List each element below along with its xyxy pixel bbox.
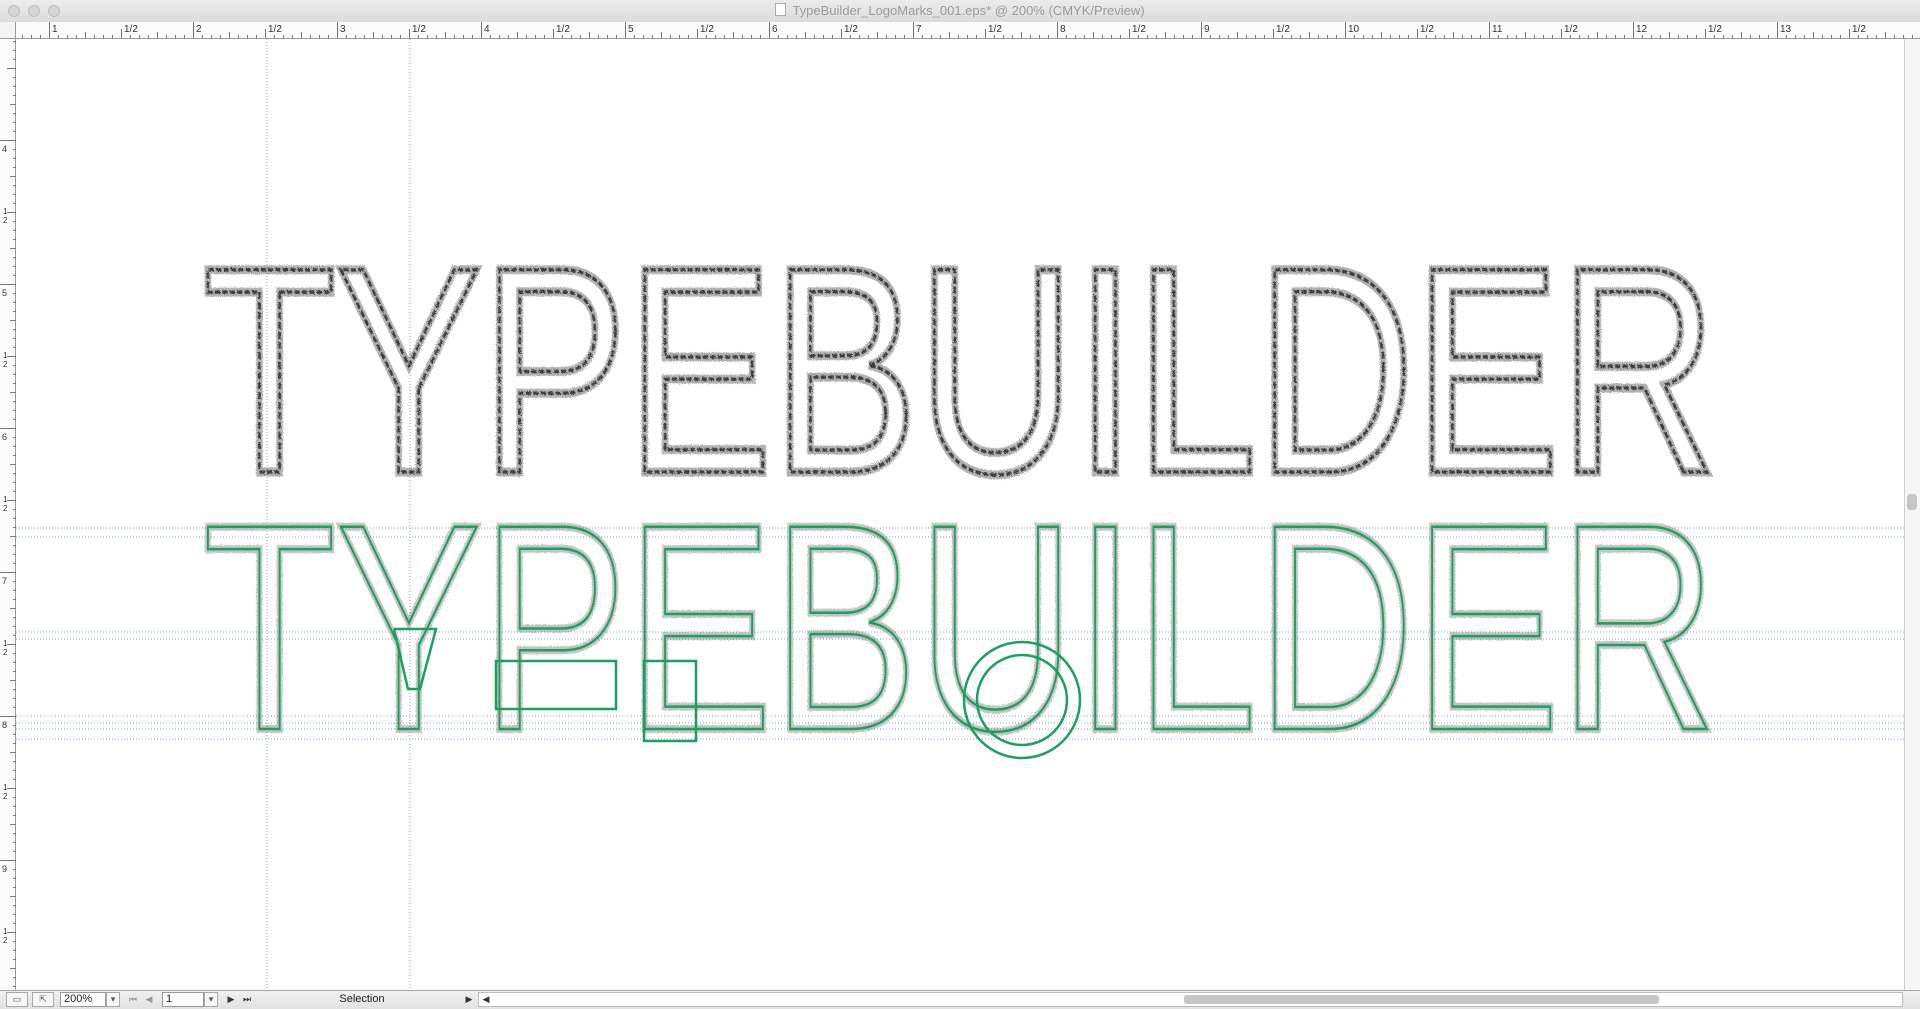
- ruler-half-label: 1/2: [1420, 24, 1434, 35]
- horizontal-scrollbar[interactable]: ◀: [478, 992, 1903, 1007]
- ruler-unit-label: 7: [916, 24, 922, 35]
- ruler-half-label: 1: [3, 783, 8, 792]
- window-title-wrap: TypeBuilder_LogoMarks_001.eps* @ 200% (C…: [0, 3, 1920, 18]
- ruler-half-label: 1: [3, 639, 8, 648]
- ruler-unit-label: 2: [196, 24, 202, 35]
- vertical-scrollbar[interactable]: [1904, 39, 1920, 990]
- ruler-half-label: 2: [3, 648, 8, 657]
- next-artboard-icon[interactable]: ▶: [224, 992, 238, 1007]
- current-tool-status: Selection: [339, 993, 385, 1005]
- ruler-half-label: 1/2: [1564, 24, 1578, 35]
- ruler-half-label: 1/2: [988, 24, 1002, 35]
- ruler-half-label: 1: [3, 495, 8, 504]
- ruler-unit-label: 7: [2, 576, 7, 586]
- window-title: TypeBuilder_LogoMarks_001.eps* @ 200% (C…: [792, 3, 1145, 18]
- last-artboard-icon[interactable]: ⏭: [240, 992, 254, 1007]
- ruler-unit-label: 9: [2, 864, 7, 874]
- ruler-half-label: 1/2: [700, 24, 714, 35]
- ruler-half-label: 2: [3, 216, 8, 225]
- ruler-half-label: 1: [3, 351, 8, 360]
- ruler-origin[interactable]: [0, 22, 16, 39]
- zoom-field[interactable]: 200%: [60, 992, 106, 1007]
- chevron-down-icon[interactable]: ▾: [106, 992, 120, 1007]
- ruler-half-label: 2: [3, 360, 8, 369]
- ruler-unit-label: 4: [484, 24, 490, 35]
- ruler-half-label: 1: [3, 207, 8, 216]
- ruler-half-label: 1/2: [1132, 24, 1146, 35]
- ruler-half-label: 2: [3, 936, 8, 945]
- ruler-unit-label: 11: [1492, 24, 1503, 35]
- ruler-half-label: 2: [3, 504, 8, 513]
- export-icon[interactable]: ⇱: [32, 992, 54, 1007]
- ruler-half-label: 1/2: [124, 24, 138, 35]
- chevron-down-icon[interactable]: ▾: [204, 992, 218, 1007]
- ruler-half-label: 1/2: [412, 24, 426, 35]
- vertical-ruler-ticks: 412512612712812912: [0, 41, 16, 987]
- construction-lettering[interactable]: TYPEBUILDER: [202, 463, 1719, 794]
- ruler-half-label: 1/2: [268, 24, 282, 35]
- first-artboard-icon[interactable]: ⏮: [126, 992, 140, 1007]
- ruler-unit-label: 3: [340, 24, 346, 35]
- horizontal-ruler-ticks: 1 1/2 2 1/2 3 1/2 4 1/2 5 1/2 6 1/2 7 1/2 8 1/2 9 1/2 10 1/…: [22, 22, 1913, 38]
- horizontal-scroll-thumb[interactable]: [1184, 995, 1659, 1004]
- ruler-unit-label: 12: [1636, 24, 1648, 35]
- ruler-unit-label: 13: [1780, 24, 1792, 35]
- document-icon: [775, 3, 787, 16]
- ruler-unit-label: 8: [2, 720, 7, 730]
- artboard-panel-icon[interactable]: ▭: [6, 992, 28, 1007]
- ruler-half-label: 1/2: [1708, 24, 1722, 35]
- ruler-half-label: 1/2: [556, 24, 570, 35]
- window-titlebar: TypeBuilder_LogoMarks_001.eps* @ 200% (C…: [0, 0, 1920, 23]
- prev-artboard-icon[interactable]: ◀: [142, 992, 156, 1007]
- ruler-half-label: 1/2: [844, 24, 858, 35]
- status-bar: ▭ ⇱ 200% ▾ ⏮ ◀ 1 ▾ ▶ ⏭ Selection ▶ ◀: [0, 990, 1920, 1009]
- ruler-unit-label: 4: [2, 144, 7, 154]
- ruler-half-label: 1/2: [1852, 24, 1866, 35]
- artboard-canvas[interactable]: TYPEBUILDER TYPEBUILDER TYPEBUILDER TYPE…: [16, 39, 1904, 990]
- ruler-unit-label: 6: [772, 24, 778, 35]
- ruler-unit-label: 1: [52, 24, 58, 35]
- ruler-half-label: 2: [3, 792, 8, 801]
- scroll-left-icon[interactable]: ◀: [481, 993, 491, 1006]
- artwork: TYPEBUILDER TYPEBUILDER TYPEBUILDER TYPE…: [16, 39, 1904, 990]
- ruler-unit-label: 10: [1348, 24, 1360, 35]
- ruler-unit-label: 8: [1060, 24, 1066, 35]
- status-menu-arrow-icon[interactable]: ▶: [462, 992, 476, 1007]
- ruler-unit-label: 5: [628, 24, 634, 35]
- vertical-scroll-thumb[interactable]: [1907, 494, 1917, 510]
- ruler-half-label: 1: [3, 927, 8, 936]
- artboard-number-field[interactable]: 1: [162, 992, 204, 1007]
- ruler-half-label: 1/2: [1276, 24, 1290, 35]
- ruler-unit-label: 5: [2, 288, 7, 298]
- ruler-unit-label: 9: [1204, 24, 1210, 35]
- ruler-unit-label: 6: [2, 432, 7, 442]
- vertical-ruler[interactable]: 412512612712812912: [0, 39, 16, 990]
- horizontal-ruler[interactable]: 1 1/2 2 1/2 3 1/2 4 1/2 5 1/2 6 1/2 7 1/2 8 1/2 9 1/2 10 1/…: [16, 22, 1920, 39]
